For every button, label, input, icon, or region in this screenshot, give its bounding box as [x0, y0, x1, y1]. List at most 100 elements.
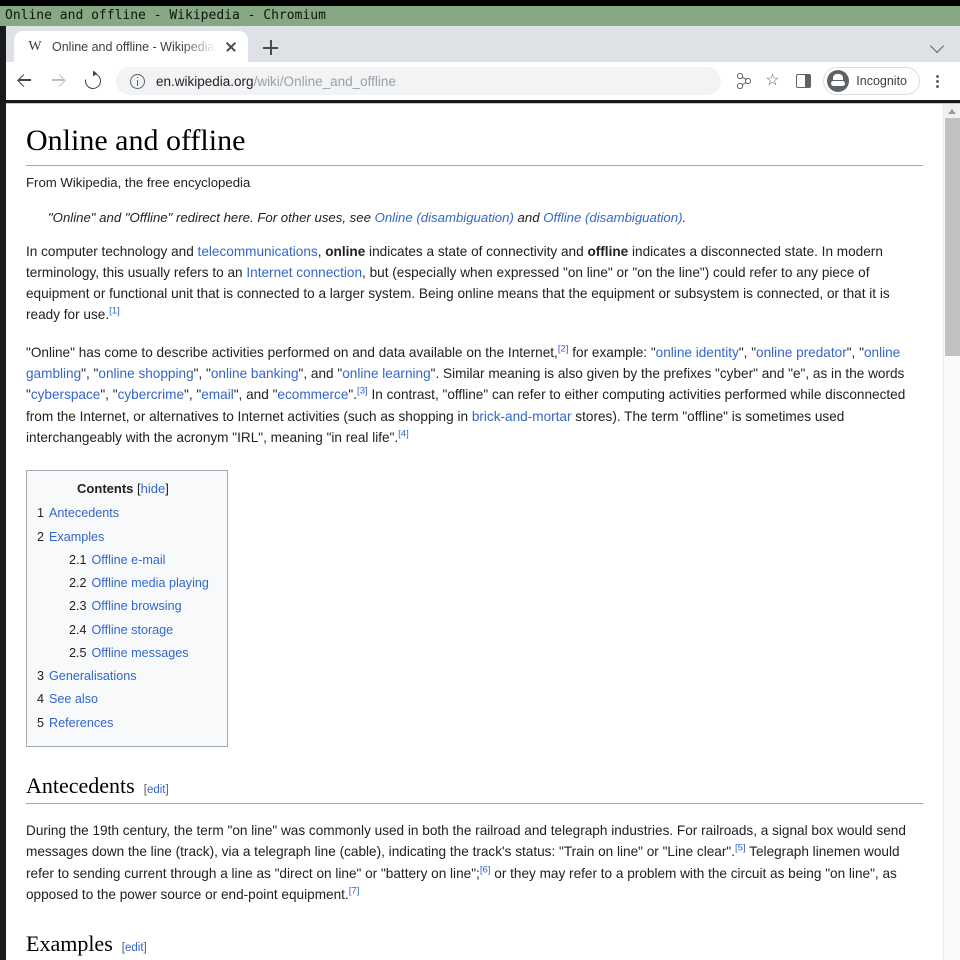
tab-title: Online and offline - Wikipedia — [52, 39, 215, 54]
text: ", and " — [298, 366, 343, 382]
text: ", " — [193, 366, 211, 382]
forward-arrow-icon — [52, 74, 65, 87]
address-bar[interactable]: en.wikipedia.org/wiki/Online_and_offline — [116, 67, 722, 95]
toc-item[interactable]: 4 See also — [37, 690, 209, 708]
toc-item[interactable]: 2.2 Offline media playing — [69, 574, 209, 592]
incognito-indicator[interactable]: Incognito — [823, 67, 920, 95]
toc-item[interactable]: 2.5 Offline messages — [69, 644, 209, 662]
toc-item-link[interactable]: References — [49, 716, 113, 730]
link-ecommerce[interactable]: ecommerce — [277, 387, 348, 402]
close-icon[interactable] — [222, 38, 240, 56]
toc-item[interactable]: 3 Generalisations — [37, 667, 209, 685]
reload-button[interactable] — [78, 66, 108, 96]
link-online-identity[interactable]: online identity — [656, 345, 739, 360]
reference-link[interactable]: [6] — [480, 864, 491, 875]
link-internet-connection[interactable]: Internet connection — [246, 265, 362, 280]
scroll-up-arrow-icon[interactable] — [944, 104, 960, 118]
text: In computer technology and — [26, 243, 198, 259]
toc-item-number: 1 — [37, 506, 45, 521]
info-circle-icon[interactable] — [130, 73, 145, 89]
toc-item-link[interactable]: Offline e-mail — [92, 553, 166, 567]
edit-link[interactable]: edit — [147, 784, 166, 796]
scrollbar-thumb[interactable] — [945, 118, 960, 356]
page-scrollbar[interactable] — [943, 104, 960, 960]
link-cybercrime[interactable]: cybercrime — [118, 387, 184, 402]
reference-7[interactable]: [7] — [349, 885, 360, 896]
link-offline-disambiguation[interactable]: Offline (disambiguation) — [543, 210, 682, 225]
toc-item[interactable]: 2.1 Offline e-mail — [69, 551, 209, 569]
heading-text: Antecedents — [26, 772, 135, 798]
three-dot-menu-icon[interactable] — [924, 67, 950, 95]
link-telecommunications[interactable]: telecommunications — [198, 244, 318, 259]
hatnote-pre: "Online" and "Offline" redirect here. Fo… — [48, 209, 375, 225]
toc-item-number: 2.5 — [69, 645, 87, 660]
hatnote-post: . — [682, 209, 687, 225]
table-of-contents: Contents [hide] 1 Antecedents 2 Examples 2.1… — [26, 470, 228, 747]
back-arrow-icon — [18, 74, 31, 87]
link-brick-and-mortar[interactable]: brick-and-mortar — [472, 409, 572, 424]
toc-item-link[interactable]: Offline messages — [92, 646, 189, 660]
reference-link[interactable]: [3] — [357, 386, 368, 397]
toc-item[interactable]: 2.3 Offline browsing — [69, 597, 209, 615]
browser-toolbar: en.wikipedia.org/wiki/Online_and_offline… — [0, 62, 960, 100]
toc-item-number: 3 — [37, 669, 45, 684]
reference-link[interactable]: [1] — [109, 306, 120, 317]
reference-link[interactable]: [7] — [349, 885, 360, 896]
reference-3[interactable]: [3] — [357, 386, 368, 397]
article-subtitle: From Wikipedia, the free encyclopedia — [26, 174, 251, 190]
toc-list: 1 Antecedents 2 Examples 2.1 Offline e-mail 2.… — [37, 504, 209, 732]
browser-chrome: W Online and offline - Wikipedia en.wiki… — [0, 26, 960, 100]
link-online-banking[interactable]: online banking — [211, 366, 299, 381]
reference-6[interactable]: [6] — [480, 864, 491, 875]
window-title-bar: Online and offline - Wikipedia - Chromiu… — [0, 6, 960, 26]
toc-item-number: 5 — [37, 715, 45, 730]
link-online-disambiguation[interactable]: Online (disambiguation) — [375, 210, 514, 225]
toc-item[interactable]: 2 Examples — [37, 528, 209, 546]
link-email[interactable]: email — [201, 387, 233, 402]
chevron-down-icon[interactable] — [930, 38, 946, 54]
toc-item[interactable]: 1 Antecedents — [37, 504, 209, 522]
toc-item-link[interactable]: Offline media playing — [92, 576, 209, 590]
text: indicates a state of connectivity and — [365, 243, 588, 259]
reference-2[interactable]: [2] — [558, 343, 569, 354]
section-heading-antecedents: Antecedents [edit] — [26, 773, 923, 804]
window-frame-left — [0, 26, 6, 100]
share-icon[interactable] — [729, 67, 757, 95]
toc-item-link[interactable]: Examples — [49, 530, 104, 544]
wikipedia-w-icon: W — [28, 38, 42, 54]
bracket: ] — [165, 783, 169, 796]
url-path: /wiki/Online_and_offline — [253, 73, 396, 89]
text: ", and " — [233, 387, 278, 403]
bracket: ] — [143, 942, 147, 955]
toc-item[interactable]: 2.4 Offline storage — [69, 621, 209, 639]
toc-item-link[interactable]: Offline browsing — [92, 599, 182, 613]
heading-text: Examples — [26, 931, 113, 957]
bookmark-star-icon[interactable]: ☆ — [759, 67, 787, 95]
toc-hide-link[interactable]: hide — [141, 481, 166, 496]
browser-tab[interactable]: W Online and offline - Wikipedia — [14, 31, 248, 62]
reference-link[interactable]: [5] — [735, 843, 746, 854]
side-panel-icon[interactable] — [789, 67, 817, 95]
link-online-shopping[interactable]: online shopping — [98, 366, 193, 381]
reference-4[interactable]: [4] — [398, 429, 409, 440]
edit-link[interactable]: edit — [125, 942, 144, 954]
edit-section-examples: [edit] — [122, 942, 147, 954]
incognito-label: Incognito — [856, 74, 907, 88]
reference-1[interactable]: [1] — [109, 306, 120, 317]
reload-icon — [81, 69, 105, 93]
link-online-learning[interactable]: online learning — [342, 366, 430, 381]
new-tab-button[interactable] — [260, 37, 282, 59]
toc-item-link[interactable]: Antecedents — [49, 506, 119, 520]
reference-5[interactable]: [5] — [735, 843, 746, 854]
toc-heading-label: Contents — [77, 481, 134, 497]
reference-link[interactable]: [2] — [558, 343, 569, 354]
forward-button[interactable] — [44, 66, 74, 96]
link-cyberspace[interactable]: cyberspace — [31, 387, 101, 402]
toc-item-link[interactable]: Offline storage — [92, 623, 174, 637]
toc-item[interactable]: 5 References — [37, 714, 209, 732]
toc-item-link[interactable]: Generalisations — [49, 669, 137, 683]
reference-link[interactable]: [4] — [398, 429, 409, 440]
link-online-predator[interactable]: online predator — [756, 345, 847, 360]
toc-item-link[interactable]: See also — [49, 692, 98, 706]
back-button[interactable] — [10, 66, 40, 96]
